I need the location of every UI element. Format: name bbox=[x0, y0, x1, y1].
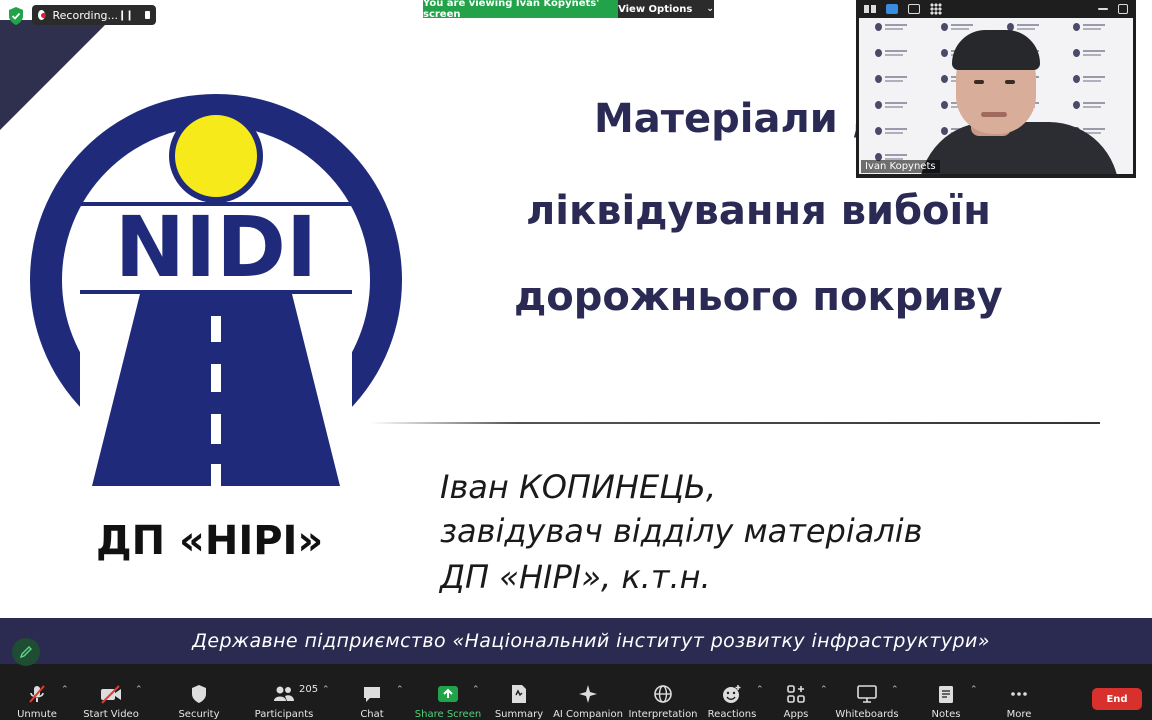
participant-video-panel[interactable]: Ivan Kopynets bbox=[856, 0, 1136, 178]
chevron-up-icon[interactable]: ⌃ bbox=[322, 685, 330, 695]
backdrop-emblem-icon bbox=[875, 126, 909, 136]
nidi-logo-text: NIDI bbox=[115, 198, 318, 296]
slide-footer-text: Державне підприємство «Національний інст… bbox=[192, 630, 990, 652]
nidi-logo: NIDI bbox=[30, 94, 402, 486]
toolbar-label: Whiteboards bbox=[835, 709, 899, 720]
share-screen-icon bbox=[437, 680, 459, 707]
toolbar-label: Participants bbox=[254, 709, 314, 720]
backdrop-emblem-icon bbox=[1073, 100, 1107, 110]
toolbar-label: Interpretation bbox=[628, 709, 698, 720]
backdrop-emblem-icon bbox=[875, 74, 909, 84]
author-line: Іван КОПИНЕЦЬ, bbox=[440, 468, 717, 506]
toolbar-button-security[interactable]: Security bbox=[159, 668, 239, 720]
slide-footer-band: Державне підприємство «Національний інст… bbox=[0, 618, 1152, 664]
author-line: ДП «НІРІ», к.т.н. bbox=[440, 558, 711, 596]
slide-title-line: дорожнього покриву bbox=[514, 274, 1003, 320]
participants-icon: 205 bbox=[273, 680, 318, 707]
whiteboard-icon bbox=[856, 680, 878, 707]
recording-indicator: Recording... ❙❙ bbox=[32, 5, 156, 25]
organization-short-name: ДП «НІРІ» bbox=[96, 518, 324, 564]
slide-title-line: Матеріали , bbox=[594, 96, 867, 142]
recording-label: Recording... bbox=[52, 8, 119, 22]
toolbar-label: Notes bbox=[931, 709, 961, 720]
toolbar-label: Reactions bbox=[707, 709, 757, 720]
toolbar-label: AI Companion bbox=[553, 709, 623, 720]
chevron-up-icon[interactable]: ⌃ bbox=[135, 685, 143, 695]
pause-recording-icon[interactable]: ❙❙ bbox=[118, 10, 134, 21]
reactions-icon bbox=[721, 680, 743, 707]
toolbar-label: Chat bbox=[360, 709, 384, 720]
toolbar-button-more[interactable]: More bbox=[979, 668, 1059, 720]
slide-divider bbox=[370, 422, 1100, 424]
zoom-meeting-window: NIDI ДП «НІРІ» Матеріали , ліквідування … bbox=[0, 0, 1152, 720]
toolbar-label: Start Video bbox=[83, 709, 139, 720]
video-off-icon bbox=[99, 680, 123, 707]
backdrop-emblem-icon bbox=[1073, 22, 1107, 32]
author-line: завідувач відділу матеріалів bbox=[440, 512, 923, 550]
slide-title-line: ліквідування вибоїн bbox=[526, 188, 991, 234]
toolbar-label: Summary bbox=[494, 709, 544, 720]
speaker-view-icon[interactable] bbox=[864, 4, 876, 14]
chevron-up-icon[interactable]: ⌃ bbox=[61, 685, 69, 695]
participants-count: 205 bbox=[299, 684, 319, 695]
toolbar-label: Security bbox=[178, 709, 220, 720]
shield-icon bbox=[190, 680, 208, 707]
ai-companion-icon bbox=[578, 680, 598, 707]
stop-recording-icon[interactable] bbox=[144, 11, 150, 19]
view-options-label: View Options bbox=[618, 3, 693, 15]
toolbar-button-ai-companion[interactable]: AI Companion bbox=[548, 668, 628, 720]
encryption-shield-icon[interactable] bbox=[8, 7, 24, 25]
toolbar-button-summary[interactable]: Summary bbox=[479, 668, 559, 720]
backdrop-emblem-icon bbox=[875, 100, 909, 110]
gallery-strip-icon[interactable] bbox=[908, 4, 920, 14]
video-panel-toolbar bbox=[856, 0, 1136, 18]
toolbar-label: Share Screen bbox=[414, 709, 482, 720]
toolbar-button-interpretation[interactable]: Interpretation bbox=[623, 668, 703, 720]
notes-icon bbox=[937, 680, 955, 707]
backdrop-emblem-icon bbox=[941, 22, 975, 32]
annotate-button[interactable] bbox=[12, 638, 40, 666]
participant-mouth bbox=[981, 112, 1007, 117]
active-speaker-icon[interactable] bbox=[886, 4, 898, 14]
participant-video-feed: Ivan Kopynets bbox=[859, 18, 1133, 174]
chevron-up-icon[interactable]: ⌃ bbox=[891, 685, 899, 695]
more-icon bbox=[1009, 680, 1029, 707]
globe-icon bbox=[653, 680, 673, 707]
participant-name-tag: Ivan Kopynets bbox=[861, 160, 940, 173]
recording-dot-icon bbox=[38, 10, 45, 20]
toolbar-label: More bbox=[1006, 709, 1032, 720]
chevron-down-icon: ⌄ bbox=[706, 4, 714, 14]
participant-hair bbox=[952, 30, 1040, 70]
apps-icon bbox=[786, 680, 806, 707]
backdrop-emblem-icon bbox=[875, 22, 909, 32]
minimize-icon[interactable] bbox=[1098, 8, 1108, 10]
backdrop-emblem-icon bbox=[1073, 74, 1107, 84]
mic-muted-icon bbox=[26, 680, 48, 707]
toolbar-button-participants[interactable]: 205 Participants bbox=[244, 668, 324, 720]
chevron-up-icon[interactable]: ⌃ bbox=[396, 685, 404, 695]
end-meeting-button[interactable]: End bbox=[1092, 688, 1142, 710]
view-options-button[interactable]: View Options ⌄ bbox=[618, 0, 714, 18]
summary-icon bbox=[510, 680, 528, 707]
chevron-up-icon[interactable]: ⌃ bbox=[970, 685, 978, 695]
pencil-icon bbox=[19, 646, 32, 659]
maximize-icon[interactable] bbox=[1118, 4, 1128, 14]
chat-icon bbox=[362, 680, 382, 707]
toolbar-label: Apps bbox=[783, 709, 809, 720]
gallery-grid-icon[interactable] bbox=[930, 3, 942, 15]
participant-eye bbox=[974, 80, 984, 84]
toolbar-label: Unmute bbox=[17, 709, 57, 720]
backdrop-emblem-icon bbox=[875, 48, 909, 58]
participant-eye bbox=[1005, 80, 1015, 84]
backdrop-emblem-icon bbox=[1073, 48, 1107, 58]
viewing-screen-banner: You are viewing Ivan Kopynets' screen bbox=[423, 0, 618, 20]
